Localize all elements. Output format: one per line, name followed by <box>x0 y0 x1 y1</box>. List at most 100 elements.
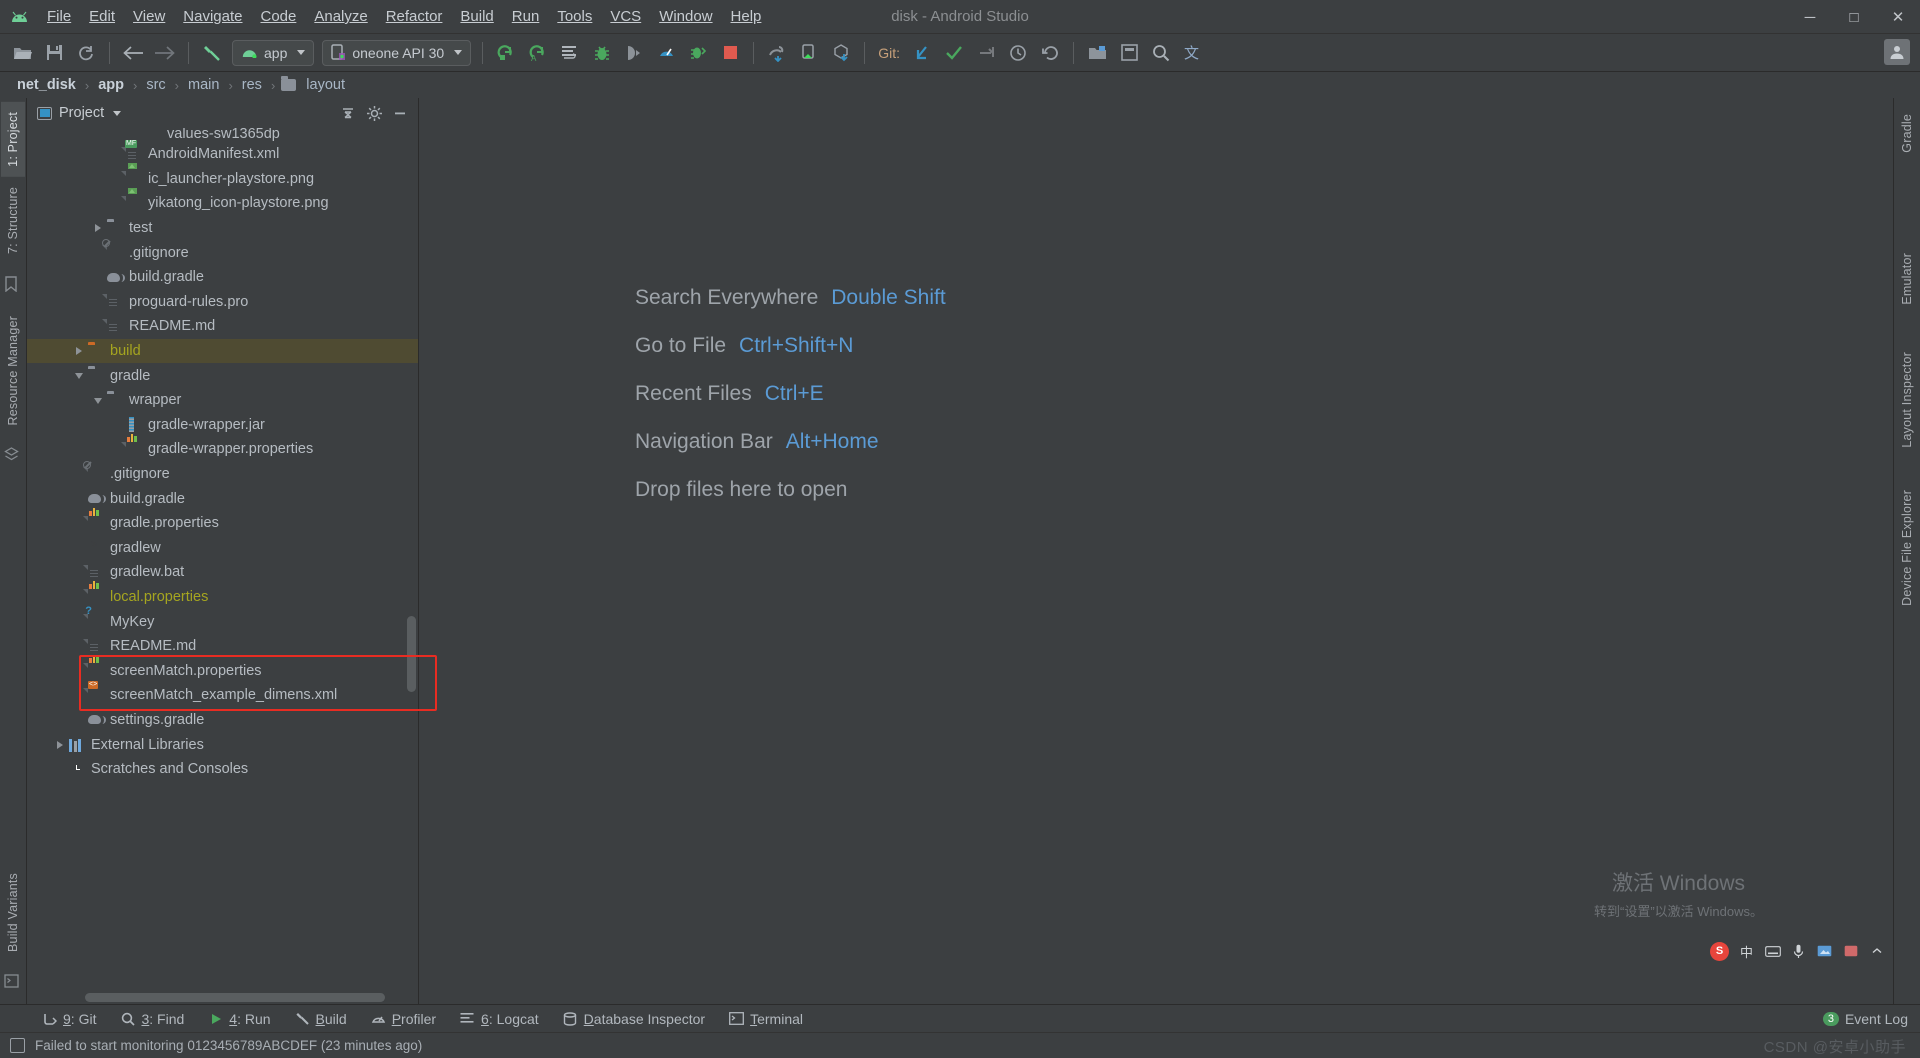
chevron-right-icon[interactable] <box>54 738 67 751</box>
run-icon[interactable] <box>491 38 521 68</box>
menu-file[interactable]: File <box>38 4 80 29</box>
tree-row[interactable]: build <box>27 338 418 364</box>
avatar[interactable] <box>1884 39 1910 65</box>
bottom-tab-9-git[interactable]: 9: Git <box>30 1009 108 1029</box>
profiler-icon[interactable] <box>651 38 681 68</box>
chevron-down-icon[interactable] <box>73 369 86 382</box>
tree-row[interactable]: values-sw1365dp <box>27 128 418 142</box>
sidebar-item-gradle[interactable]: Gradle <box>1895 104 1919 163</box>
sdk-manager-icon[interactable] <box>794 38 824 68</box>
tree-vertical-scrollbar[interactable] <box>407 616 416 692</box>
tree-row[interactable]: .gitignore <box>27 239 418 265</box>
project-structure-icon[interactable] <box>1082 38 1112 68</box>
menu-vcs[interactable]: VCS <box>601 4 650 29</box>
undo-icon[interactable] <box>1035 38 1065 68</box>
tree-row[interactable]: build.gradle <box>27 486 418 511</box>
tree-row[interactable]: proguard-rules.pro <box>27 290 418 315</box>
tree-row[interactable]: README.md <box>27 314 418 339</box>
sidebar-item-project[interactable]: 1: Project <box>1 102 25 177</box>
tree-row[interactable]: <> screenMatch_example_dimens.xml <box>27 680 418 708</box>
run-configuration-selector[interactable]: app <box>232 39 315 66</box>
tree-row[interactable]: test <box>27 216 418 241</box>
forward-arrow-icon[interactable] <box>150 38 180 68</box>
menu-window[interactable]: Window <box>650 4 721 29</box>
project-view-chevron-down-icon[interactable] <box>113 110 122 116</box>
open-folder-icon[interactable] <box>7 38 37 68</box>
chevron-icon[interactable] <box>1868 943 1885 960</box>
collapse-all-icon[interactable] <box>336 101 360 125</box>
close-button[interactable]: ✕ <box>1876 0 1920 34</box>
maximize-button[interactable]: □ <box>1832 0 1876 34</box>
menu-run[interactable]: Run <box>503 4 549 29</box>
search-icon[interactable] <box>1146 38 1176 68</box>
lang-indicator[interactable]: 中 <box>1738 943 1755 960</box>
gradle-sync-icon[interactable] <box>826 38 856 68</box>
event-log-button[interactable]: 3 Event Log <box>1822 1011 1908 1027</box>
breadcrumb-item-res[interactable]: res <box>239 76 265 94</box>
tree-row[interactable]: gradle-wrapper.jar <box>27 413 418 438</box>
menu-code[interactable]: Code <box>251 4 305 29</box>
menu-navigate[interactable]: Navigate <box>174 4 251 29</box>
git-commit-icon[interactable] <box>939 38 969 68</box>
tree-row[interactable]: gradle <box>27 363 418 388</box>
save-icon[interactable] <box>39 38 69 68</box>
chevron-right-icon[interactable] <box>73 345 86 358</box>
breadcrumb-item-net_disk[interactable]: net_disk <box>14 76 79 94</box>
tree-row[interactable]: External Libraries <box>27 732 418 757</box>
menu-refactor[interactable]: Refactor <box>377 4 452 29</box>
menu-help[interactable]: Help <box>722 4 771 29</box>
project-tree[interactable]: values-sw1365dp MF AndroidManifest.xml ic_l… <box>27 128 418 1004</box>
sidebar-item-resource-manager[interactable]: Resource Manager <box>1 306 25 436</box>
tree-row[interactable]: wrapper <box>27 388 418 413</box>
tree-horizontal-scrollbar[interactable] <box>85 993 385 1002</box>
tree-row[interactable]: .gitignore <box>27 460 418 487</box>
tree-row[interactable]: ic_launcher-playstore.png <box>27 163 418 192</box>
menu-edit[interactable]: Edit <box>80 4 124 29</box>
bottom-tab-build[interactable]: Build <box>283 1009 359 1029</box>
tree-row[interactable]: gradlew <box>27 536 418 561</box>
sidebar-item-layout-inspector[interactable]: Layout Inspector <box>1895 342 1919 458</box>
chevron-down-icon[interactable] <box>92 394 105 407</box>
keyboard-icon[interactable] <box>1764 943 1781 960</box>
avd-manager-icon[interactable] <box>762 38 792 68</box>
sidebar-item-build-variants[interactable]: Build Variants <box>1 863 25 962</box>
tree-row[interactable]: ? MyKey <box>27 606 418 634</box>
attach-debugger-icon[interactable] <box>683 38 713 68</box>
tree-row[interactable]: MF AndroidManifest.xml <box>27 139 418 167</box>
editor-area[interactable]: Search Everywhere Double Shift Go to File C… <box>419 98 1893 1004</box>
tree-row[interactable]: gradle.properties <box>27 507 418 536</box>
tree-row[interactable]: yikatong_icon-playstore.png <box>27 187 418 216</box>
sidebar-item-emulator[interactable]: Emulator <box>1895 243 1919 315</box>
breadcrumb-item-layout[interactable]: layout <box>303 76 348 94</box>
sidebar-item-device-file-explorer[interactable]: Device File Explorer <box>1895 480 1919 616</box>
breadcrumb-item-app[interactable]: app <box>95 76 127 94</box>
breadcrumb-item-main[interactable]: main <box>185 76 222 94</box>
run-all-icon[interactable]: A <box>523 38 553 68</box>
tree-row[interactable]: Scratches and Consoles <box>27 757 418 782</box>
sync-icon[interactable] <box>71 38 101 68</box>
menu-tools[interactable]: Tools <box>548 4 601 29</box>
bookmark-icon[interactable] <box>4 276 22 294</box>
debug-attach-icon[interactable] <box>619 38 649 68</box>
sogou-icon[interactable]: S <box>1710 941 1729 961</box>
terminal-strip-icon[interactable] <box>4 974 22 992</box>
tree-row[interactable]: gradlew.bat <box>27 560 418 585</box>
menu-view[interactable]: View <box>124 4 174 29</box>
layers-icon[interactable] <box>4 447 22 465</box>
git-history-icon[interactable] <box>1003 38 1033 68</box>
bottom-tab-database-inspector[interactable]: Database Inspector <box>551 1009 717 1029</box>
layout-inspector-icon[interactable] <box>1114 38 1144 68</box>
translate-icon[interactable]: 文 <box>1178 38 1208 68</box>
bottom-tab-6-logcat[interactable]: 6: Logcat <box>448 1009 551 1029</box>
breadcrumb-item-src[interactable]: src <box>143 76 168 94</box>
menu-analyze[interactable]: Analyze <box>305 4 376 29</box>
tree-row[interactable]: build.gradle <box>27 265 418 290</box>
sidebar-item-structure[interactable]: 7: Structure <box>1 177 25 264</box>
minimize-panel-icon[interactable] <box>388 101 412 125</box>
chevron-right-icon[interactable] <box>92 222 105 235</box>
tree-row[interactable]: README.md <box>27 634 418 659</box>
apply-changes-icon[interactable] <box>555 38 585 68</box>
gear-icon[interactable] <box>362 101 386 125</box>
debug-icon[interactable] <box>587 38 617 68</box>
minimize-button[interactable]: ─ <box>1788 0 1832 34</box>
